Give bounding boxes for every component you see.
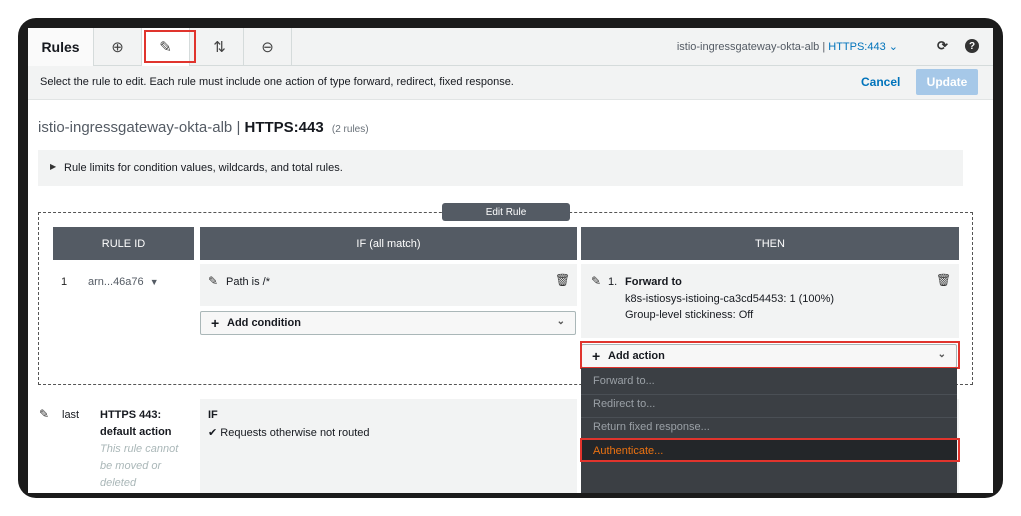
default-rule-if-cell xyxy=(200,399,577,493)
authenticate-highlight xyxy=(580,438,960,462)
pencil-icon[interactable]: ✎ xyxy=(39,407,49,421)
page-title: istio-ingressgateway-okta-alb | HTTPS:44… xyxy=(38,119,369,136)
edit-button-highlight xyxy=(144,30,196,63)
pencil-icon[interactable]: ✎ xyxy=(591,274,601,288)
cancel-button[interactable]: Cancel xyxy=(861,75,900,89)
default-rule-note-line1: This rule cannot xyxy=(100,443,179,455)
trash-icon[interactable]: 🗑 xyxy=(555,273,570,287)
default-rule-condition: ✔ Requests otherwise not routed xyxy=(208,426,369,439)
trash-icon[interactable]: 🗑 xyxy=(936,273,951,287)
refresh-icon[interactable]: ⟳ xyxy=(937,38,948,54)
menu-item-forward[interactable]: Forward to... xyxy=(593,375,655,387)
default-rule-title-line1: HTTPS 443: xyxy=(100,409,162,421)
pencil-icon[interactable]: ✎ xyxy=(208,274,218,288)
rule-arn: arn...46a76 xyxy=(88,276,144,288)
action-title: Forward to xyxy=(625,276,682,288)
menu-divider xyxy=(581,394,957,395)
listener-protocol: HTTPS:443 xyxy=(828,41,886,53)
default-rule-note-line3: deleted xyxy=(100,477,137,489)
menu-divider xyxy=(581,417,957,418)
default-rule-note-line2: be moved or xyxy=(100,460,162,472)
rules-tab-title: Rules xyxy=(28,28,94,66)
rule-arn-selector[interactable]: arn...46a76 ▼ xyxy=(88,276,159,288)
title-separator: | xyxy=(236,119,241,136)
edit-instructions-text: Select the rule to edit. Each rule must … xyxy=(40,76,514,88)
caret-down-icon: ▼ xyxy=(149,277,159,287)
checkmark-icon: ✔ xyxy=(208,427,218,439)
load-balancer-name: istio-ingressgateway-okta-alb xyxy=(38,119,233,136)
rule-limits-expander[interactable]: ▶ Rule limits for condition values, wild… xyxy=(38,150,963,186)
add-action-highlight xyxy=(580,341,960,369)
menu-item-fixed-response[interactable]: Return fixed response... xyxy=(593,421,710,433)
default-rule-if-label: IF xyxy=(208,409,218,421)
action-number: 1. xyxy=(608,276,618,288)
rule-number: 1 xyxy=(61,276,68,288)
default-rule-condition-text: Requests otherwise not routed xyxy=(220,427,370,439)
action-target-group: k8s-istiosys-istioing-ca3cd54453: 1 (100… xyxy=(625,293,835,305)
listener-title: HTTPS:443 xyxy=(244,119,324,136)
rules-toolbar: Rules ⊕ ✎ ⇅ ⊖ istio-ingressgateway-okta-… xyxy=(28,28,993,66)
action-stickiness: Group-level stickiness: Off xyxy=(625,309,754,321)
rule-position: last xyxy=(62,409,80,421)
edit-instructions-bar: Select the rule to edit. Each rule must … xyxy=(28,66,993,100)
chevron-down-icon: ⌄ xyxy=(888,41,898,53)
menu-item-redirect[interactable]: Redirect to... xyxy=(593,398,655,410)
caret-right-icon: ▶ xyxy=(50,162,57,171)
column-header-rule-id: RULE ID xyxy=(53,227,194,260)
reorder-rules-button[interactable]: ⇅ xyxy=(196,28,244,66)
edit-rule-label: Edit Rule xyxy=(442,203,570,221)
plus-icon: + xyxy=(211,315,220,331)
remove-circle-icon: ⊖ xyxy=(261,39,274,56)
add-circle-icon: ⊕ xyxy=(111,39,124,56)
add-condition-label: Add condition xyxy=(227,317,301,329)
chevron-down-icon: ⌄ xyxy=(556,316,565,327)
default-rule-title-line2: default action xyxy=(100,426,172,438)
listener-separator: | xyxy=(822,41,826,53)
listener-name: istio-ingressgateway-okta-alb xyxy=(676,41,820,53)
column-header-if: IF (all match) xyxy=(200,227,577,260)
rule-count: (2 rules) xyxy=(331,124,369,135)
add-condition-button[interactable]: + Add condition ⌄ xyxy=(200,311,576,335)
reorder-arrows-icon: ⇅ xyxy=(213,39,226,56)
help-icon[interactable]: ? xyxy=(965,39,979,53)
update-button[interactable]: Update xyxy=(916,69,978,95)
column-header-then: THEN xyxy=(581,227,959,260)
rule-limits-text: Rule limits for condition values, wildca… xyxy=(64,162,343,174)
add-action-menu: Forward to... Redirect to... Return fixe… xyxy=(581,368,957,493)
rules-editor-screen: Rules ⊕ ✎ ⇅ ⊖ istio-ingressgateway-okta-… xyxy=(28,28,993,493)
condition-text: Path is /* xyxy=(226,276,271,288)
listener-selector[interactable]: istio-ingressgateway-okta-alb | HTTPS:44… xyxy=(677,40,898,53)
add-rule-button[interactable]: ⊕ xyxy=(94,28,142,66)
delete-rule-button[interactable]: ⊖ xyxy=(244,28,292,66)
